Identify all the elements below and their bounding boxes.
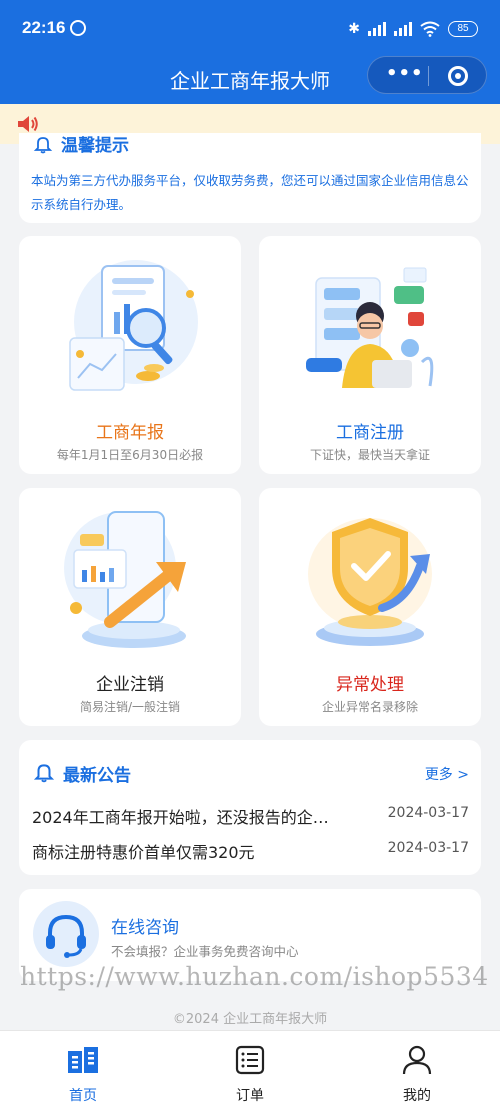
close-target-icon[interactable] bbox=[448, 66, 468, 86]
headset-icon bbox=[33, 901, 99, 967]
signal-icon bbox=[368, 22, 386, 36]
tab-orders[interactable]: 订单 bbox=[167, 1031, 333, 1111]
home-buildings-icon bbox=[68, 1047, 98, 1073]
tab-bar: 首页 订单 我的 bbox=[0, 1030, 500, 1111]
service-title-annual-report: 工商年报 bbox=[96, 423, 164, 443]
registration-illustration bbox=[306, 267, 434, 388]
watermark: https://www.huzhan.com/ishop5534 bbox=[20, 962, 489, 991]
order-list-icon bbox=[235, 1045, 265, 1075]
service-card-deregistration[interactable]: 企业注销 简易注销/一般注销 bbox=[19, 488, 241, 726]
consult-subtitle: 不会填报？企业事务免费咨询中心 bbox=[111, 944, 299, 959]
service-desc-annual-report: 每年1月1日至6月30日必报 bbox=[56, 448, 204, 462]
tip-card: 温馨提示 本站为第三方代办服务平台，仅收取劳务费，您还可以通过国家企业信用信息公… bbox=[19, 133, 481, 223]
service-card-abnormal[interactable]: 异常处理 企业异常名录移除 bbox=[259, 488, 481, 726]
announcements-title: 最新公告 bbox=[63, 766, 131, 786]
tab-profile[interactable]: 我的 bbox=[334, 1031, 500, 1111]
service-desc-deregistration: 简易注销/一般注销 bbox=[79, 700, 181, 714]
wifi-icon bbox=[420, 21, 440, 37]
status-bar: 22:16 ✱ 85 bbox=[0, 0, 500, 56]
service-title-abnormal: 异常处理 bbox=[336, 675, 404, 695]
tip-title: 温馨提示 bbox=[61, 136, 129, 156]
service-title-registration: 工商注册 bbox=[336, 423, 404, 443]
nav-bar: 企业工商年报大师 ••• bbox=[0, 56, 500, 104]
tab-home-label: 首页 bbox=[69, 1088, 97, 1104]
service-card-registration[interactable]: 工商注册 下证快，最快当天拿证 bbox=[259, 236, 481, 474]
battery-indicator: 85 bbox=[448, 21, 478, 37]
tab-home[interactable]: 首页 bbox=[0, 1031, 166, 1111]
service-desc-abnormal: 企业异常名录移除 bbox=[321, 700, 418, 714]
tab-profile-label: 我的 bbox=[403, 1088, 431, 1104]
bell-icon bbox=[33, 136, 53, 153]
announcements-card: 最新公告 更多 > 2024年工商年报开始啦，还没报告的企业抓紧 2024-03… bbox=[19, 740, 481, 875]
announcement-title: 商标注册特惠价首单仅需320元 bbox=[32, 843, 255, 862]
copyright: ©2024 企业工商年报大师 bbox=[172, 1012, 328, 1027]
alarm-icon bbox=[70, 20, 86, 36]
bluetooth-icon: ✱ bbox=[348, 21, 360, 37]
service-card-annual-report[interactable]: 工商年报 每年1月1日至6月30日必报 bbox=[19, 236, 241, 474]
user-profile-icon bbox=[402, 1045, 432, 1075]
speaker-icon bbox=[18, 116, 38, 132]
service-desc-registration: 下证快，最快当天拿证 bbox=[309, 448, 430, 462]
announcement-date: 2024-03-17 bbox=[387, 840, 469, 856]
consult-title: 在线咨询 bbox=[111, 918, 179, 938]
annual-report-illustration bbox=[69, 260, 198, 391]
more-menu-button[interactable]: ••• bbox=[386, 63, 424, 84]
tab-orders-label: 订单 bbox=[236, 1088, 264, 1104]
status-time: 22:16 bbox=[22, 18, 66, 37]
announcements-more-link[interactable]: 更多 > bbox=[425, 764, 469, 784]
announcement-item[interactable]: 商标注册特惠价首单仅需320元 2024-03-17 bbox=[32, 839, 469, 863]
bell-icon bbox=[33, 764, 55, 783]
announcement-title: 2024年工商年报开始啦，还没报告的企业抓紧 bbox=[32, 808, 332, 827]
announcement-item[interactable]: 2024年工商年报开始啦，还没报告的企业抓紧 2024-03-17 bbox=[32, 804, 469, 828]
announcement-date: 2024-03-17 bbox=[387, 805, 469, 821]
service-title-deregistration: 企业注销 bbox=[96, 675, 164, 695]
status-indicators: ✱ 85 bbox=[348, 20, 478, 38]
signal-icon-2 bbox=[394, 22, 412, 36]
deregistration-illustration bbox=[64, 511, 186, 648]
mini-program-capsule: ••• bbox=[367, 56, 487, 94]
abnormal-handling-illustration bbox=[308, 518, 432, 646]
tip-header: 温馨提示 bbox=[33, 133, 129, 156]
tip-text: 本站为第三方代办服务平台，仅收取劳务费，您还可以通过国家企业信用信息公示系统自行… bbox=[31, 173, 469, 212]
capsule-divider bbox=[428, 66, 429, 86]
